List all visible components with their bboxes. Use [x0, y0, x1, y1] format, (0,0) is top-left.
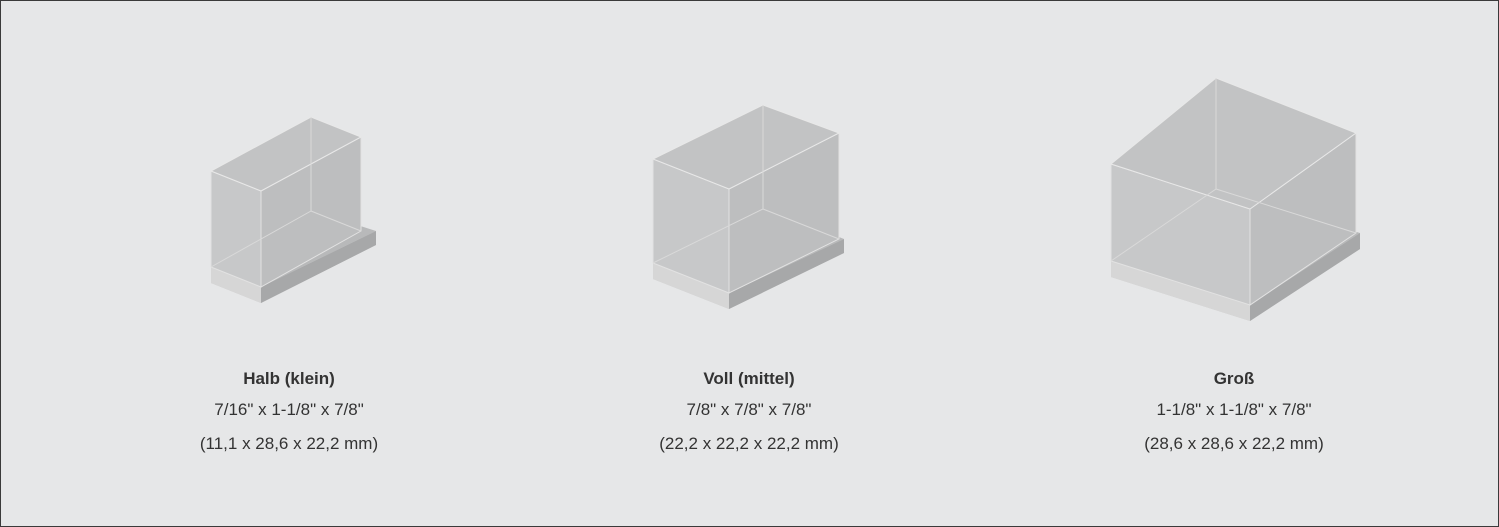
clear-box-medium-icon — [651, 104, 844, 309]
product-panel: Halb (klein) 7/16" x 1-1/8" x 7/8" (11,1… — [0, 0, 1499, 527]
size-caption: Halb (klein) 7/16" x 1-1/8" x 7/8" (11,1… — [89, 367, 489, 456]
size-imperial: 1-1/8" x 1-1/8" x 7/8" — [1156, 400, 1312, 419]
size-metric: (11,1 x 28,6 x 22,2 mm) — [199, 434, 379, 453]
size-option-large: Groß 1-1/8" x 1-1/8" x 7/8" (28,6 x 28,6… — [1034, 1, 1434, 526]
size-option-half: Halb (klein) 7/16" x 1-1/8" x 7/8" (11,1… — [89, 1, 489, 526]
size-caption: Voll (mittel) 7/8" x 7/8" x 7/8" (22,2 x… — [549, 367, 949, 456]
size-option-full: Voll (mittel) 7/8" x 7/8" x 7/8" (22,2 x… — [549, 1, 949, 526]
size-metric: (28,6 x 28,6 x 22,2 mm) — [1144, 434, 1324, 453]
size-metric: (22,2 x 22,2 x 22,2 mm) — [659, 434, 839, 453]
size-name: Groß — [1213, 369, 1255, 388]
clear-box-small-icon — [209, 116, 376, 303]
size-imperial: 7/16" x 1-1/8" x 7/8" — [214, 400, 364, 419]
size-imperial: 7/8" x 7/8" x 7/8" — [686, 400, 812, 419]
size-caption: Groß 1-1/8" x 1-1/8" x 7/8" (28,6 x 28,6… — [1034, 367, 1434, 456]
size-name: Halb (klein) — [243, 369, 335, 388]
clear-box-large-icon — [1109, 77, 1360, 321]
size-name: Voll (mittel) — [703, 369, 795, 388]
